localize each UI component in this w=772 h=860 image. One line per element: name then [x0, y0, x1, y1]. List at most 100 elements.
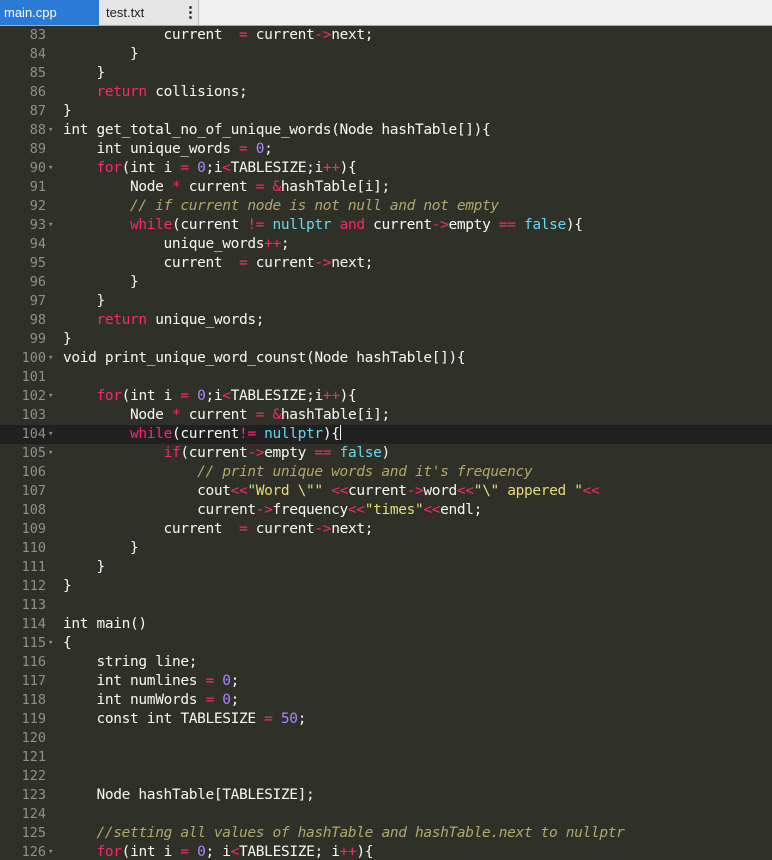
code-line[interactable]: 122 — [0, 767, 772, 786]
code-text: int get_total_no_of_unique_words(Node ha… — [63, 122, 491, 138]
fold-arrow-icon[interactable]: ▾ — [48, 425, 56, 444]
code-line[interactable]: 120 — [0, 729, 772, 748]
code-line[interactable]: 96 } — [0, 273, 772, 292]
code-line[interactable]: 99} — [0, 330, 772, 349]
line-number: 105 — [21, 445, 46, 461]
tab-bar: main.cpp test.txt ⋮ — [0, 0, 772, 26]
code-line[interactable]: 83 current = current->next; — [0, 26, 772, 45]
code-line[interactable]: 118 int numWords = 0; — [0, 691, 772, 710]
code-text: if(current->empty == false) — [163, 445, 391, 461]
code-line[interactable]: 84 } — [0, 45, 772, 64]
code-text: } — [63, 540, 139, 556]
code-text: current = current->next; — [63, 521, 374, 537]
line-number: 84 — [29, 46, 46, 62]
code-text: void print_unique_word_counst(Node hashT… — [63, 350, 466, 366]
line-number: 97 — [29, 293, 46, 309]
code-line[interactable]: 124 — [0, 805, 772, 824]
code-line[interactable]: 101 — [0, 368, 772, 387]
line-number: 118 — [21, 692, 46, 708]
line-number: 96 — [29, 274, 46, 290]
code-text: return collisions; — [96, 84, 248, 100]
fold-arrow-icon[interactable]: ▾ — [48, 387, 56, 406]
fold-arrow-icon[interactable]: ▾ — [48, 216, 56, 235]
code-text: } — [63, 65, 106, 81]
more-options-icon[interactable]: ⋮ — [183, 0, 198, 25]
code-line[interactable]: 117 int numlines = 0; — [0, 672, 772, 691]
line-number: 114 — [21, 616, 46, 632]
line-number: 116 — [21, 654, 46, 670]
tab-main-cpp[interactable]: main.cpp — [0, 0, 99, 25]
code-line[interactable]: 102 ▾ for(int i = 0;i<TABLESIZE;i++){ — [0, 387, 772, 406]
line-number: 108 — [21, 502, 46, 518]
code-text: } — [63, 578, 72, 594]
code-text: unique_words++; — [63, 236, 290, 252]
code-line[interactable]: 86 return collisions; — [0, 83, 772, 102]
fold-arrow-icon[interactable]: ▾ — [48, 634, 56, 653]
line-number: 115 — [21, 635, 46, 651]
code-line[interactable]: 125 //setting all values of hashTable an… — [0, 824, 772, 843]
code-line[interactable]: 119 const int TABLESIZE = 50; — [0, 710, 772, 729]
line-number: 102 — [21, 388, 46, 404]
code-line[interactable]: 111 } — [0, 558, 772, 577]
code-line[interactable]: 106 // print unique words and it's frequ… — [0, 463, 772, 482]
code-line[interactable]: 85 } — [0, 64, 772, 83]
code-text: for(int i = 0;i<TABLESIZE;i++){ — [96, 388, 357, 404]
line-number: 94 — [29, 236, 46, 252]
line-number: 117 — [21, 673, 46, 689]
fold-arrow-icon[interactable]: ▾ — [48, 349, 56, 368]
line-number: 113 — [21, 597, 46, 613]
code-line[interactable]: 107 cout<<"Word \"" <<current->word<<"\"… — [0, 482, 772, 501]
line-number: 91 — [29, 179, 46, 195]
code-line[interactable]: 92 // if current node is not null and no… — [0, 197, 772, 216]
code-line[interactable]: 94 unique_words++; — [0, 235, 772, 254]
line-number: 95 — [29, 255, 46, 271]
code-line[interactable]: 87} — [0, 102, 772, 121]
code-text: } — [63, 331, 72, 347]
code-text: return unique_words; — [96, 312, 265, 328]
code-line[interactable]: 113 — [0, 596, 772, 615]
code-text: int main() — [63, 616, 147, 632]
code-line[interactable]: 109 current = current->next; — [0, 520, 772, 539]
code-text: } — [63, 559, 106, 575]
code-line[interactable]: 88 ▾ int get_total_no_of_unique_words(Node… — [0, 121, 772, 140]
code-line[interactable]: 104 ▾ while(current!= nullptr){ — [0, 425, 772, 444]
code-line[interactable]: 93 ▾ while(current != nullptr and current… — [0, 216, 772, 235]
code-line[interactable]: 98 return unique_words; — [0, 311, 772, 330]
code-text: while(current!= nullptr){ — [130, 425, 341, 442]
code-text: } — [63, 274, 139, 290]
code-line[interactable]: 100 ▾ void print_unique_word_counst(Node h… — [0, 349, 772, 368]
code-line[interactable]: 115 ▾ { — [0, 634, 772, 653]
code-line[interactable]: 114 int main() — [0, 615, 772, 634]
code-text: Node * current = &hashTable[i]; — [63, 179, 390, 195]
code-line[interactable]: 123 Node hashTable[TABLESIZE]; — [0, 786, 772, 805]
code-line[interactable]: 103 Node * current = &hashTable[i]; — [0, 406, 772, 425]
code-text: Node hashTable[TABLESIZE]; — [63, 787, 315, 803]
fold-arrow-icon[interactable]: ▾ — [48, 444, 56, 463]
code-line[interactable]: 116 string line; — [0, 653, 772, 672]
code-text: for(int i = 0; i<TABLESIZE; i++){ — [96, 844, 374, 860]
code-line[interactable]: 112} — [0, 577, 772, 596]
code-text: int numWords = 0; — [96, 692, 240, 708]
code-line[interactable]: 126 ▾ for(int i = 0; i<TABLESIZE; i++){ — [0, 843, 772, 860]
code-text: current = current->next; — [63, 27, 374, 43]
code-line[interactable]: 89 int unique_words = 0; — [0, 140, 772, 159]
line-number: 121 — [21, 749, 46, 765]
code-line[interactable]: 121 — [0, 748, 772, 767]
code-line[interactable]: 95 current = current->next; — [0, 254, 772, 273]
code-line[interactable]: 97 } — [0, 292, 772, 311]
code-line[interactable]: 108 current->frequency<<"times"<<endl; — [0, 501, 772, 520]
code-text: string line; — [96, 654, 198, 670]
fold-arrow-icon[interactable]: ▾ — [48, 843, 56, 860]
code-text: } — [63, 293, 106, 309]
code-line[interactable]: 91 Node * current = &hashTable[i]; — [0, 178, 772, 197]
code-text: } — [63, 46, 139, 62]
code-line[interactable]: 90 ▾ for(int i = 0;i<TABLESIZE;i++){ — [0, 159, 772, 178]
code-line[interactable]: 105 ▾ if(current->empty == false) — [0, 444, 772, 463]
fold-arrow-icon[interactable]: ▾ — [48, 159, 56, 178]
code-text: //setting all values of hashTable and ha… — [96, 825, 625, 841]
code-editor[interactable]: 83 current = current->next; 84 } 85 } 86 re… — [0, 26, 772, 860]
code-line[interactable]: 110 } — [0, 539, 772, 558]
line-number: 119 — [21, 711, 46, 727]
fold-arrow-icon[interactable]: ▾ — [48, 121, 56, 140]
code-text: int unique_words = 0; — [96, 141, 273, 157]
